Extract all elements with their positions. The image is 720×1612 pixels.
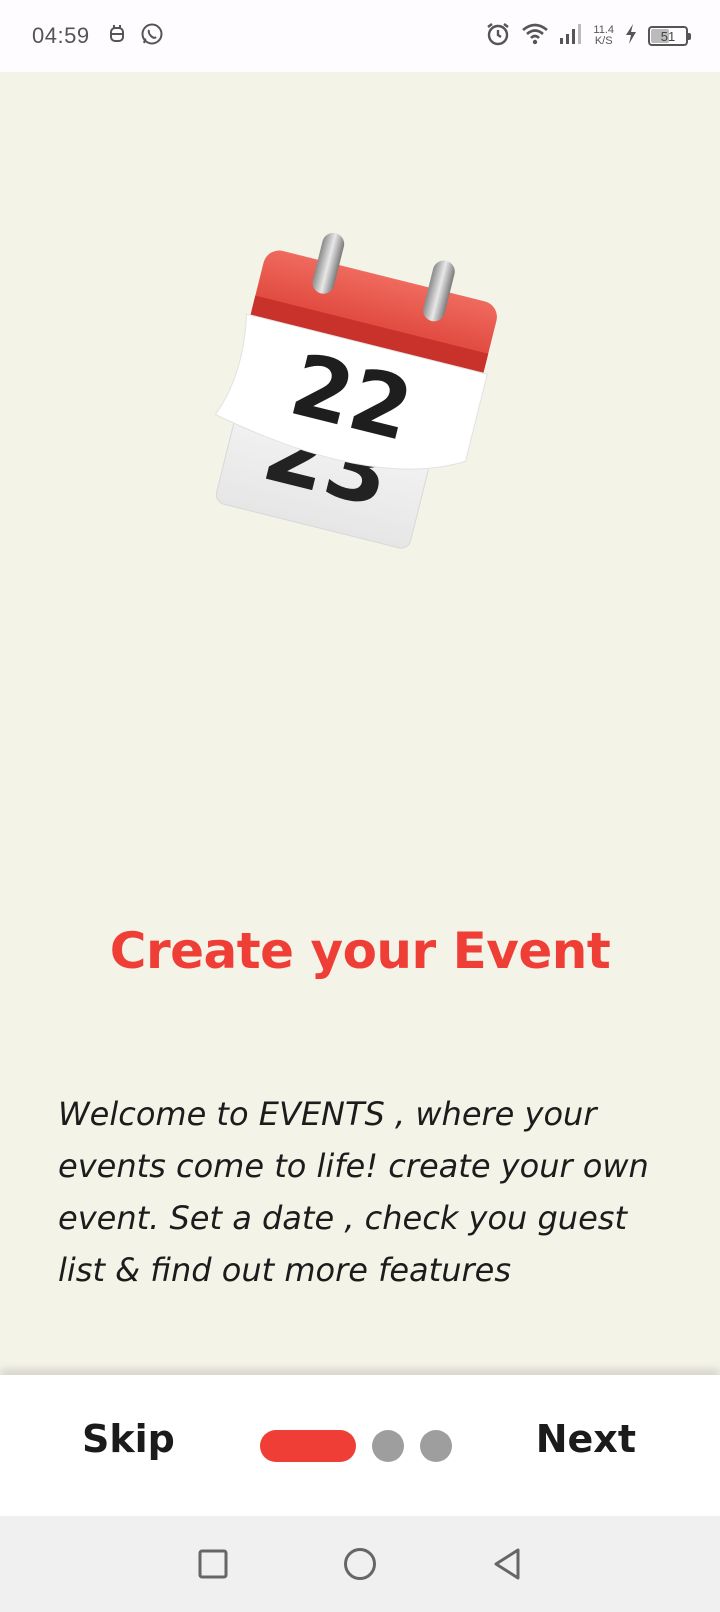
wifi-icon	[521, 23, 549, 50]
status-time: 04:59	[32, 23, 90, 48]
onboarding-screen: 23 22 Create your Event Welcome to EVENT…	[0, 72, 720, 1375]
calendar-icon: 23 22	[190, 232, 510, 592]
onboarding-footer: Skip Next	[0, 1375, 720, 1516]
onboarding-description: Welcome to EVENTS , where your events co…	[58, 1095, 649, 1289]
alarm-icon	[485, 21, 511, 52]
skip-button[interactable]: Skip	[82, 1417, 175, 1461]
onboarding-title: Create your Event	[109, 922, 611, 980]
page-indicator	[260, 1430, 452, 1462]
network-speed: 11.4 K/S	[593, 25, 614, 47]
charging-icon	[624, 23, 638, 50]
status-system-icons: 11.4 K/S 51	[485, 21, 691, 52]
page-indicator-active[interactable]	[260, 1430, 356, 1462]
page-indicator-dot[interactable]	[420, 1430, 452, 1462]
recent-apps-button[interactable]	[193, 1544, 233, 1584]
battery-icon: 51	[648, 26, 691, 46]
system-navigation-bar	[0, 1516, 720, 1612]
whatsapp-icon	[140, 22, 164, 51]
status-notification-icons	[108, 22, 164, 51]
signal-icon	[559, 23, 583, 50]
network-speed-unit: K/S	[594, 35, 613, 47]
next-button[interactable]: Next	[536, 1417, 636, 1461]
battery-level: 51	[660, 28, 676, 44]
back-button[interactable]	[487, 1544, 527, 1584]
page-indicator-dot[interactable]	[372, 1430, 404, 1462]
square-icon	[198, 1549, 228, 1579]
home-button[interactable]	[340, 1544, 380, 1584]
circle-icon	[343, 1548, 376, 1580]
triangle-back-icon	[494, 1548, 520, 1580]
status-bar: 04:59 11.4 K/S 51	[0, 0, 720, 72]
robot-icon	[108, 23, 126, 50]
